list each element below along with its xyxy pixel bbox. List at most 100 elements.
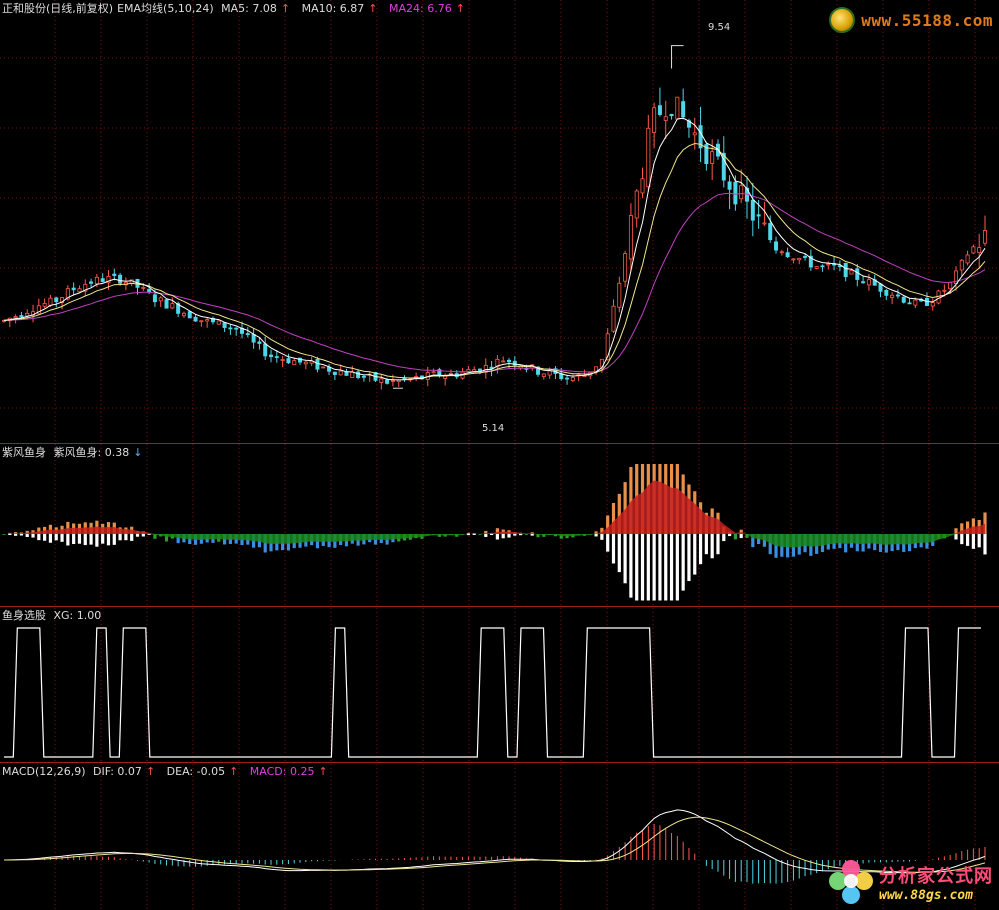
watermark-url-bottom: www.88gs.com <box>879 887 973 903</box>
globe-logo-icon <box>829 7 856 33</box>
fish-bar-mirror <box>727 534 732 537</box>
fish-bar-mirror <box>484 534 488 537</box>
fish-bar-mirror <box>722 534 726 542</box>
ma24-line <box>3 192 986 373</box>
fish-bar-mirror <box>124 534 128 541</box>
fish-bar-mirror <box>83 534 87 546</box>
fish-indicator-name: 紫风鱼身 <box>2 446 46 459</box>
candle-body <box>623 253 628 282</box>
candle-body <box>205 319 210 322</box>
candle-body <box>152 294 157 303</box>
candle-body <box>750 199 755 221</box>
fish-bar-mirror <box>54 534 58 541</box>
candle-body <box>547 370 552 376</box>
candle-body <box>263 343 268 357</box>
candle-body <box>849 269 854 275</box>
fish-bar-mirror <box>965 534 970 546</box>
flower-logo-icon <box>829 860 873 904</box>
dea-label: DEA: -0.05 ↑ <box>166 765 239 778</box>
candle-body <box>843 262 848 278</box>
candle-body <box>315 358 320 370</box>
candle-body <box>779 251 784 254</box>
ma5-line <box>3 117 986 381</box>
fish-bar-mirror <box>960 534 964 545</box>
fish-bar-mirror <box>48 534 53 543</box>
fish-bar-mirror <box>704 534 708 555</box>
high-price-label: 9.54 <box>708 22 731 33</box>
fish-bar-mirror <box>112 534 116 545</box>
candle-body <box>361 375 366 378</box>
fish-bar-mirror <box>687 534 691 582</box>
candlesticks[interactable] <box>2 45 988 390</box>
fish-bar-mirror <box>466 534 470 536</box>
main-panel-header: 正和股份(日线,前复权) EMA均线(5,10,24) MA5: 7.08 ↑ MA… <box>2 2 473 16</box>
ma10-label: MA10: 6.87 ↑ <box>301 2 378 15</box>
candle-body <box>118 274 123 284</box>
candle-body <box>617 282 622 308</box>
fish-bar-mirror <box>739 534 743 539</box>
fish-bar-mirror <box>43 534 47 541</box>
fish-bar-mirror <box>681 534 685 591</box>
candle-body <box>669 113 674 117</box>
fish-bar-mirror <box>101 534 105 544</box>
candle-body <box>901 296 906 303</box>
candle-body <box>681 101 686 118</box>
candle-body <box>541 373 546 377</box>
candle-body <box>907 302 912 305</box>
candle-body <box>181 312 186 317</box>
macd-value-label: MACD: 0.25 ↑ <box>249 765 328 778</box>
candle-body <box>356 371 361 379</box>
candle-body <box>448 373 453 375</box>
candle-body <box>170 303 175 309</box>
candle-body <box>222 322 227 328</box>
fish-bar-mirror <box>106 534 111 546</box>
candle-body <box>663 116 668 121</box>
fish-bar-mirror <box>25 534 29 538</box>
fish-bar-down <box>478 534 482 535</box>
fish-bar-mirror <box>501 534 505 539</box>
fish-bar-mirror <box>617 534 621 573</box>
stock-name: 正和股份(日线,前复权) <box>2 2 114 15</box>
candle-body <box>930 302 935 307</box>
candle-body <box>251 334 256 343</box>
candle-body <box>640 178 645 194</box>
candle-body <box>692 132 697 136</box>
xg-indicator-name: 鱼身选股 <box>2 609 46 622</box>
fish-bar-mirror <box>693 534 697 575</box>
macd-panel-header: MACD(12,26,9) DIF: 0.07 ↑ DEA: -0.05 ↑ MAC… <box>2 765 336 779</box>
candle-body <box>13 316 18 319</box>
candle-body <box>286 358 291 364</box>
ma10-line <box>3 142 986 379</box>
candle-body <box>634 190 639 219</box>
fish-bar-mirror <box>698 534 703 565</box>
candle-body <box>959 259 964 271</box>
candle-body <box>861 281 866 284</box>
fish-bar-mirror <box>37 534 41 541</box>
high-marker <box>671 45 684 69</box>
fish-bar-mirror <box>95 534 99 547</box>
candle-body <box>77 288 82 293</box>
dif-label: DIF: 0.07 ↑ <box>93 765 156 778</box>
macd-indicator-name: MACD(12,26,9) <box>2 765 86 778</box>
fish-bar-down <box>524 534 529 535</box>
candle-body <box>710 151 715 164</box>
fish-bar-mirror <box>489 534 494 536</box>
ma5-label: MA5: 7.08 ↑ <box>221 2 291 15</box>
fish-bar-mirror <box>14 534 18 536</box>
candle-body <box>785 252 790 258</box>
fish-bar-mirror <box>606 534 610 552</box>
fish-bar-mirror <box>646 534 650 601</box>
fish-body-histogram <box>2 464 987 601</box>
watermark-title: 分析家公式网 <box>879 865 993 887</box>
fish-bar-mirror <box>19 534 24 536</box>
candle-body <box>855 268 860 280</box>
fish-bar-mirror <box>519 534 523 536</box>
candle-body <box>234 327 239 330</box>
candle-body <box>733 181 738 205</box>
candle-body <box>756 214 761 217</box>
candle-body <box>280 359 285 361</box>
fish-red-area <box>4 480 985 534</box>
candle-body <box>791 258 796 261</box>
candle-body <box>803 256 808 258</box>
fish-bar-mirror <box>513 534 517 536</box>
